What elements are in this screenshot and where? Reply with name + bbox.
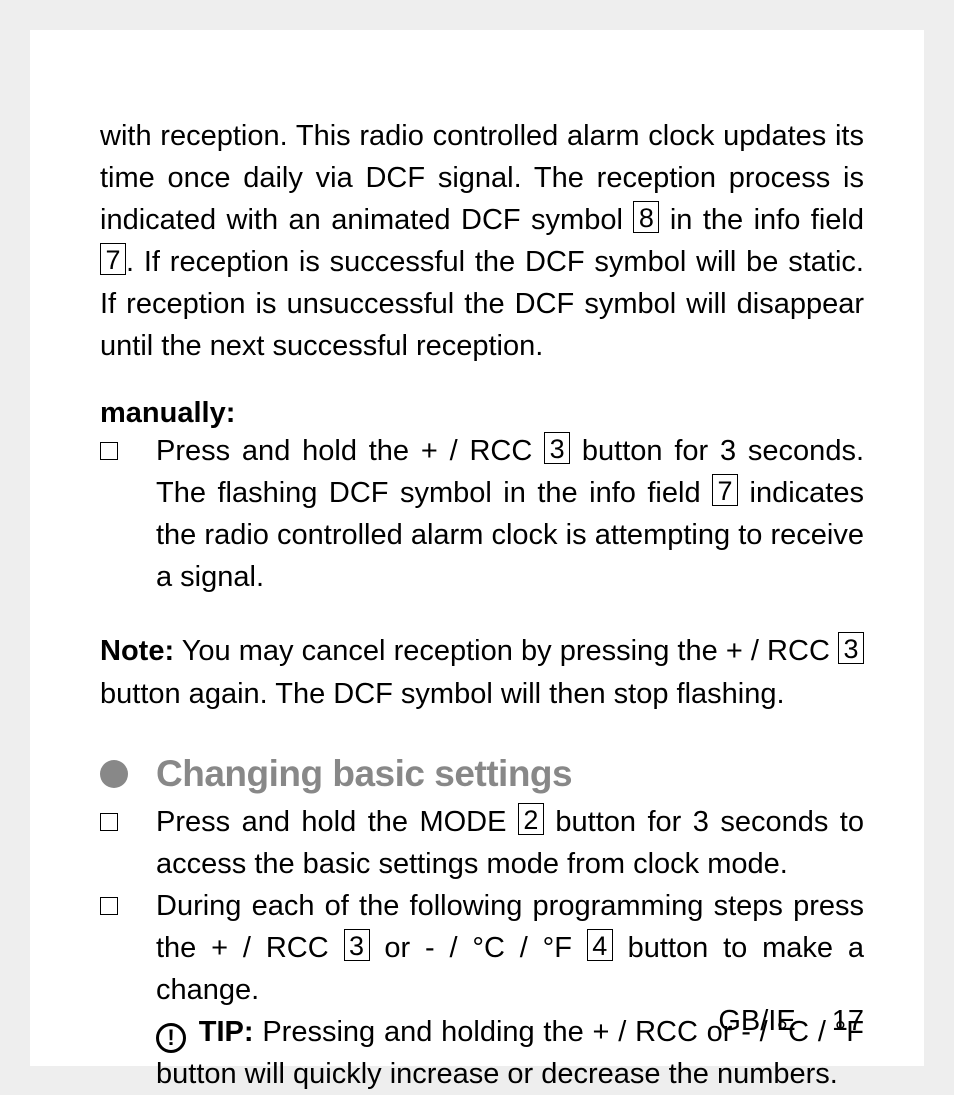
section-step-1-text: Press and hold the MODE 2 button for 3 s… <box>156 801 864 885</box>
note-paragraph: Note: You may cancel reception by pressi… <box>100 630 864 714</box>
ref-number-3-b: 3 <box>838 632 864 664</box>
checkbox-icon <box>100 813 118 831</box>
tip-label: TIP: <box>199 1016 254 1048</box>
ref-number-7: 7 <box>100 243 126 275</box>
manual-step-1-text: Press and hold the + / RCC 3 button for … <box>156 430 864 598</box>
ref-number-4: 4 <box>587 929 613 961</box>
checkbox-icon <box>100 897 118 915</box>
ref-number-2: 2 <box>518 803 544 835</box>
note-text-b: button again. The DCF symbol will then s… <box>100 678 785 710</box>
manual-page: with reception. This radio controlled al… <box>30 30 924 1066</box>
bullet-dot-icon <box>100 760 128 788</box>
sec1-a: Press and hold the MODE <box>156 806 518 838</box>
intro-text-c: . If reception is successful the DCF sym… <box>100 246 864 362</box>
section-step-2-text: During each of the following programming… <box>156 885 864 1095</box>
note-text-a: You may cancel reception by pressing the… <box>174 635 838 667</box>
footer-region: GB/IE <box>718 1005 795 1037</box>
page-footer: GB/IE 17 <box>718 1005 864 1038</box>
section-step-2: During each of the following programming… <box>100 885 864 1095</box>
manual-1a: Press and hold the + / RCC <box>156 435 544 467</box>
manual-step-1: Press and hold the + / RCC 3 button for … <box>100 430 864 598</box>
section-heading-row: Changing basic settings <box>100 753 864 795</box>
intro-text-b: in the info field <box>670 204 864 236</box>
exclamation-icon: ! <box>167 1026 174 1050</box>
ref-number-3-c: 3 <box>344 929 370 961</box>
manual-subheading: manually: <box>100 397 864 430</box>
section-step-1: Press and hold the MODE 2 button for 3 s… <box>100 801 864 885</box>
sec2-b: or - / °C / °F <box>384 932 586 964</box>
tip-icon: ! <box>156 1023 186 1053</box>
note-label: Note: <box>100 635 174 667</box>
ref-number-3: 3 <box>544 432 570 464</box>
ref-number-7-b: 7 <box>712 474 738 506</box>
footer-page-number: 17 <box>832 1005 864 1037</box>
checkbox-icon <box>100 442 118 460</box>
section-heading: Changing basic settings <box>156 753 572 795</box>
ref-number-8: 8 <box>633 201 659 233</box>
intro-paragraph: with reception. This radio controlled al… <box>100 115 864 367</box>
